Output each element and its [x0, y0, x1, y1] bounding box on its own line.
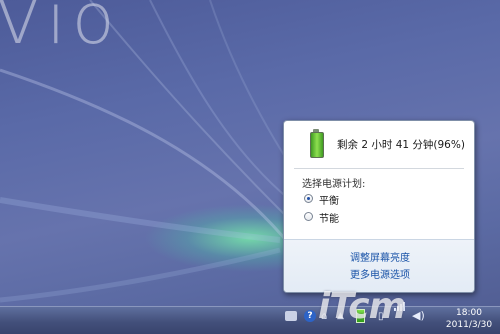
radio-power-saver[interactable]: [304, 212, 313, 221]
watermark: iTcm: [318, 286, 406, 327]
volume-icon[interactable]: ◀): [412, 309, 425, 322]
clock-date: 2011/3/30: [445, 320, 493, 330]
more-power-options-link[interactable]: 更多电源选项: [350, 266, 410, 281]
taskbar: [0, 306, 500, 334]
adjust-brightness-link[interactable]: 调整屏幕亮度: [350, 249, 410, 264]
plan-label-power-saver: 节能: [319, 214, 339, 225]
divider: [294, 168, 464, 169]
flyout-links-panel: 调整屏幕亮度 更多电源选项: [284, 239, 474, 292]
plan-label-balanced: 平衡: [319, 196, 339, 207]
power-flyout: 剩余 2 小时 41 分钟(96%) 选择电源计划: 平衡 节能 调整屏幕亮度 …: [283, 120, 475, 293]
clock[interactable]: 18:00 2011/3/30: [440, 307, 498, 331]
clock-time: 18:00: [456, 308, 482, 318]
help-icon[interactable]: ?: [304, 310, 316, 322]
radio-balanced[interactable]: [304, 194, 313, 203]
battery-status-row: 剩余 2 小时 41 分钟(96%): [284, 121, 474, 169]
battery-icon: [310, 132, 324, 158]
keyboard-icon[interactable]: [285, 311, 297, 321]
battery-status-text: 剩余 2 小时 41 分钟(96%): [337, 139, 465, 151]
power-plan-heading: 选择电源计划:: [302, 179, 366, 190]
